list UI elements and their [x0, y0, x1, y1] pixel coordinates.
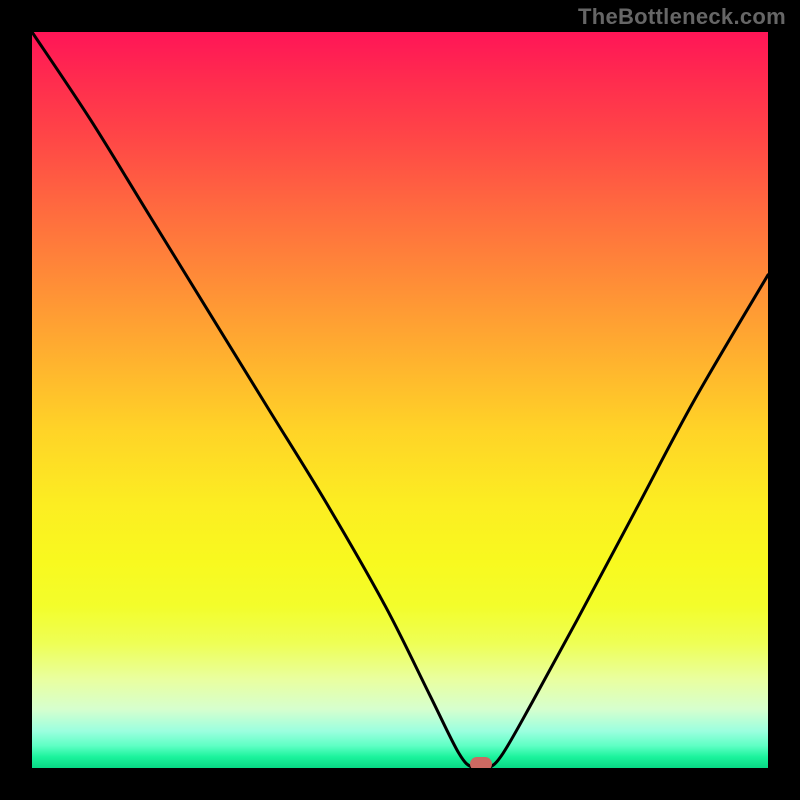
- plot-area: [32, 32, 768, 768]
- watermark-text: TheBottleneck.com: [578, 4, 786, 30]
- optimal-point-marker: [470, 757, 492, 768]
- bottleneck-curve: [32, 32, 768, 768]
- chart-frame: TheBottleneck.com: [0, 0, 800, 800]
